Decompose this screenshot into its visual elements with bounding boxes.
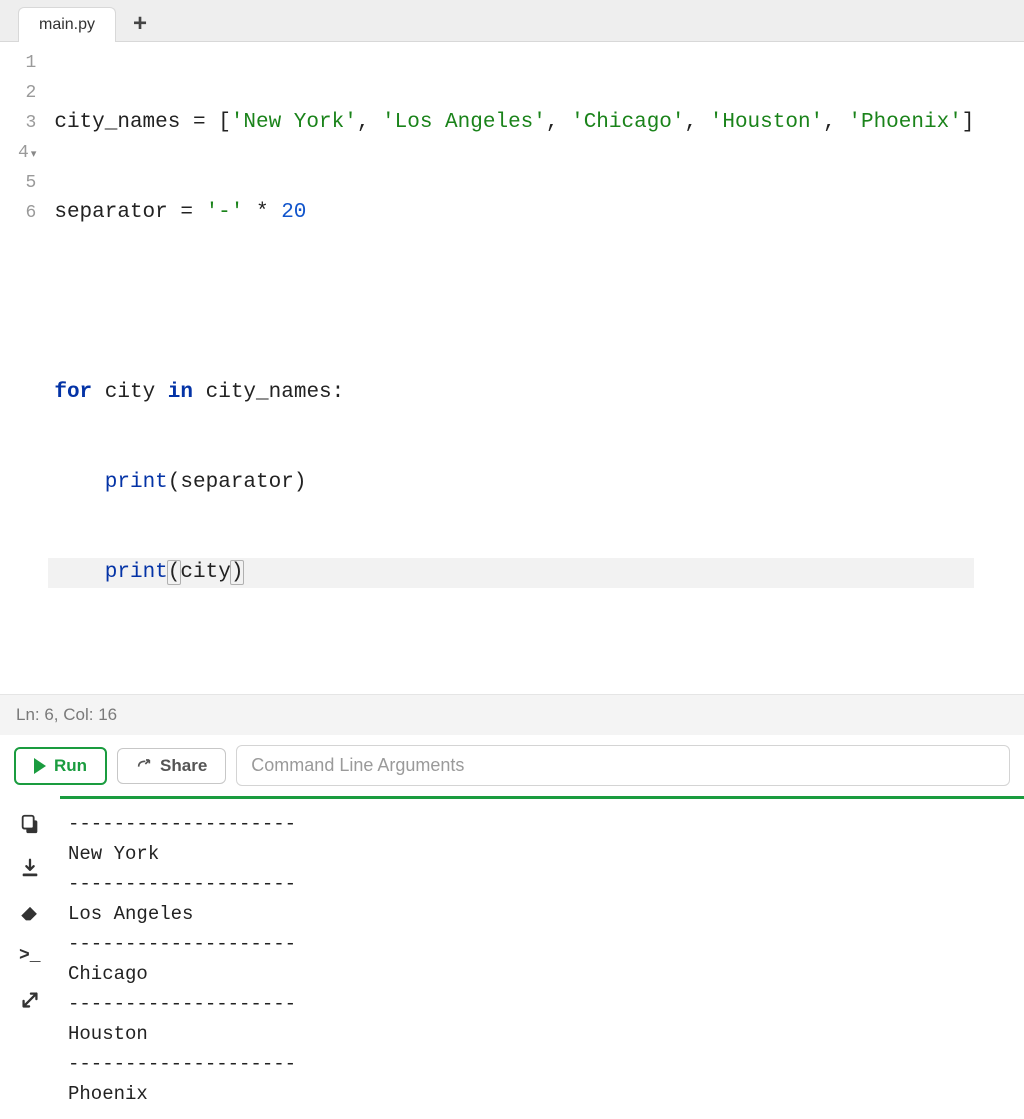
copy-icon[interactable]: [19, 813, 41, 835]
file-tab[interactable]: main.py: [18, 7, 116, 42]
eraser-icon[interactable]: [19, 901, 41, 923]
play-icon: [34, 758, 46, 774]
line-number: 1: [18, 48, 36, 78]
terminal-icon[interactable]: >_: [19, 945, 41, 967]
plus-icon: +: [133, 10, 147, 38]
cmdline-args-input[interactable]: [236, 745, 1010, 786]
line-gutter: 1 2 3 4▾ 5 6: [0, 42, 48, 654]
share-label: Share: [160, 756, 207, 776]
share-button[interactable]: Share: [117, 748, 226, 784]
line-number: 4▾: [18, 138, 36, 168]
action-bar: Run Share: [0, 735, 1024, 796]
code-content[interactable]: city_names = ['New York', 'Los Angeles',…: [48, 42, 974, 654]
output-toolbar: >_: [0, 799, 60, 1119]
run-button[interactable]: Run: [14, 747, 107, 785]
code-editor[interactable]: 1 2 3 4▾ 5 6 city_names = ['New York', '…: [0, 42, 1024, 694]
run-label: Run: [54, 756, 87, 776]
line-number: 6: [18, 198, 36, 228]
expand-icon[interactable]: [19, 989, 41, 1011]
tab-bar: main.py +: [0, 0, 1024, 42]
download-icon[interactable]: [19, 857, 41, 879]
output-text: -------------------- New York ----------…: [60, 799, 1024, 1119]
output-panel: >_ -------------------- New York -------…: [0, 799, 1024, 1119]
share-icon: [136, 758, 152, 774]
line-number: 5: [18, 168, 36, 198]
add-tab-button[interactable]: +: [120, 6, 160, 42]
line-number: 2: [18, 78, 36, 108]
line-number: 3: [18, 108, 36, 138]
fold-icon[interactable]: ▾: [31, 149, 37, 161]
editor-status: Ln: 6, Col: 16: [0, 694, 1024, 735]
